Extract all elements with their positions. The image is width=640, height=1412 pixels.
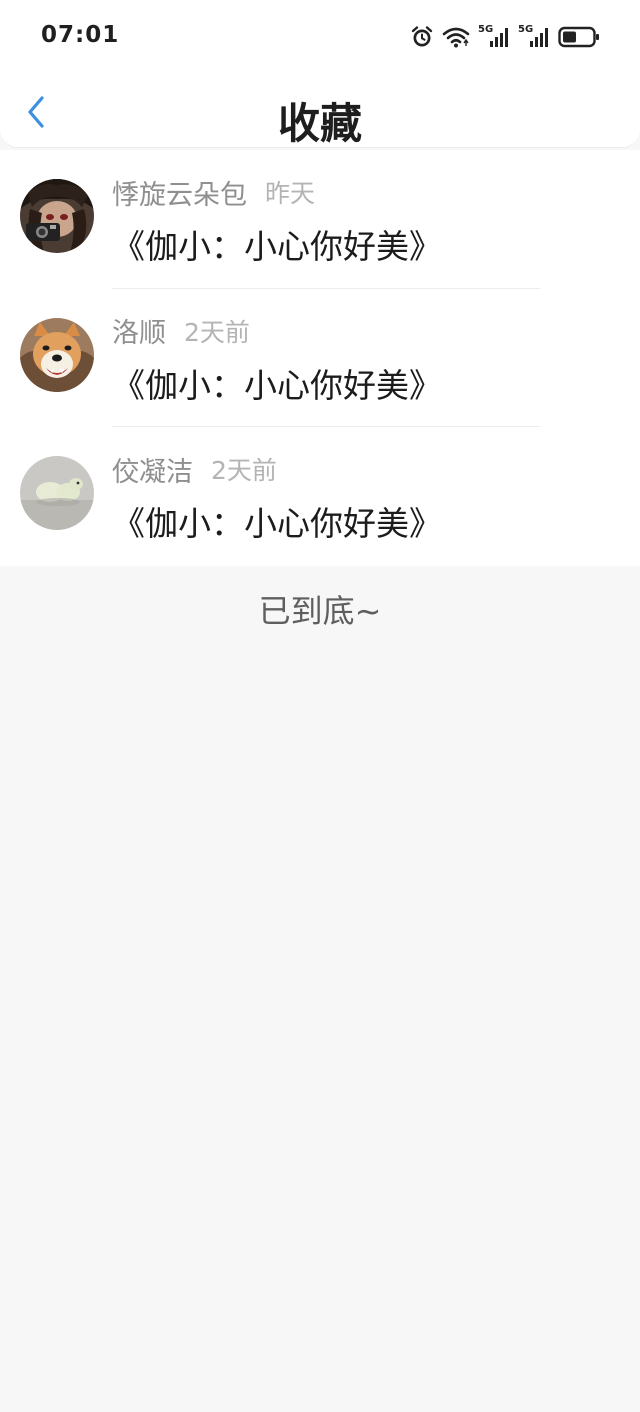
list-item[interactable]: 悸旋云朵包 昨天 《伽小：小心你好美》	[0, 150, 640, 289]
timestamp: 2天前	[184, 317, 250, 347]
battery-icon	[558, 25, 600, 49]
page-title: 收藏	[277, 99, 362, 148]
end-of-list-text: 已到底~	[258, 592, 382, 630]
avatar[interactable]	[20, 179, 94, 253]
timestamp: 昨天	[265, 179, 316, 208]
item-meta: 洛顺 2天前	[112, 311, 250, 351]
list-item[interactable]: 佼凝洁 2天前 《伽小：小心你好美》	[0, 427, 640, 566]
status-icons: 5G 5G	[410, 23, 600, 51]
list-item[interactable]: 洛顺 2天前 《伽小：小心你好美》	[0, 289, 640, 427]
status-time: 07:01	[41, 22, 120, 48]
work-title[interactable]: 《伽小：小心你好美》	[112, 359, 442, 407]
wifi-icon	[442, 25, 470, 49]
item-meta: 佼凝洁 2天前	[112, 449, 277, 489]
avatar[interactable]	[20, 317, 94, 392]
signal-5g-icon: 5G	[478, 24, 510, 50]
timestamp: 2天前	[211, 456, 277, 485]
alarm-icon	[410, 25, 434, 49]
app-header: 07:01 5G 5G 收藏	[0, 0, 640, 148]
signal-5g-icon: 5G	[518, 24, 550, 50]
username[interactable]: 悸旋云朵包	[112, 173, 247, 212]
username[interactable]: 洛顺	[112, 311, 166, 350]
favorites-list: 悸旋云朵包 昨天 《伽小：小心你好美》 洛顺 2天前 《伽小：小心你好美》 佼凝…	[0, 150, 640, 566]
avatar[interactable]	[20, 456, 94, 530]
work-title[interactable]: 《伽小：小心你好美》	[112, 220, 442, 268]
work-title[interactable]: 《伽小：小心你好美》	[112, 497, 442, 545]
username[interactable]: 佼凝洁	[112, 450, 193, 489]
item-meta: 悸旋云朵包 昨天	[112, 172, 315, 212]
